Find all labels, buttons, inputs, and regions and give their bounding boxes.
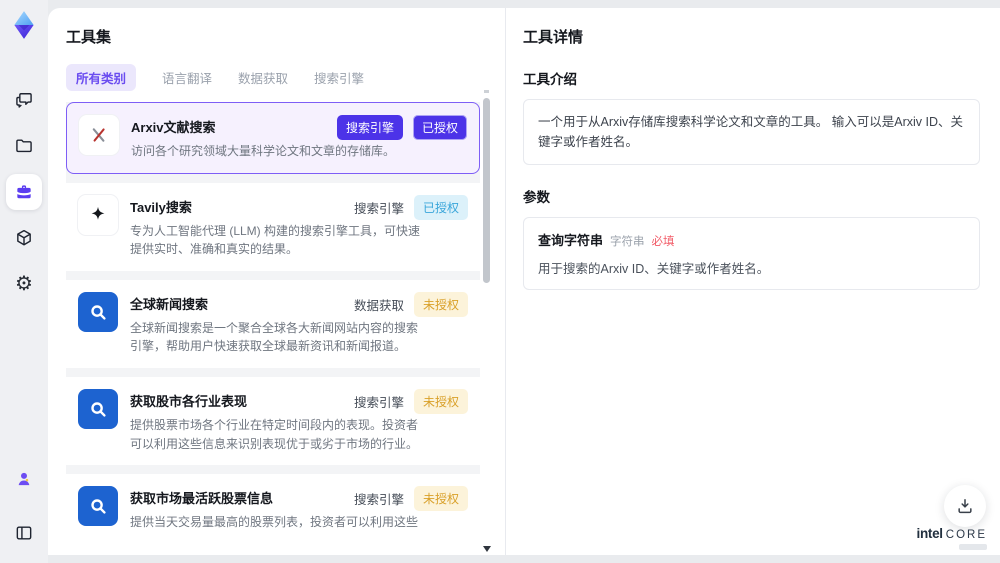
app-window: ⚙ 工具集 所有类别 语言翻译 数据获取 搜索引擎 Arxiv文献搜索 访问各个… [0,0,1000,563]
tab-language-translation[interactable]: 语言翻译 [162,68,212,87]
nav-files-button[interactable] [6,128,42,164]
news-search-icon [78,291,118,332]
tool-description: 访问各个研究领域大量科学论文和文章的存储库。 [131,144,396,158]
intro-text: 一个用于从Arxiv存储库搜索科学论文和文章的工具。 输入可以是Arxiv ID… [538,115,964,149]
category-label: 数据获取 [353,298,404,313]
intel-core-logo: intel core [916,526,987,550]
scroll-up-arrow[interactable] [484,90,489,93]
status-badge-unauthorized: 未授权 [413,291,468,317]
status-badge-authorized: 已授权 [412,115,467,140]
param-required-badge: 必填 [651,236,675,248]
tool-detail-pane: 工具详情 工具介绍 一个用于从Arxiv存储库搜索科学论文和文章的工具。 输入可… [506,8,1000,555]
main-content: 工具集 所有类别 语言翻译 数据获取 搜索引擎 Arxiv文献搜索 访问各个研究… [48,8,1000,555]
user-avatar-button[interactable] [6,461,42,497]
stock-search-icon [78,388,118,429]
tool-description: 全球新闻搜索是一个聚合全球各大新闻网站内容的搜索引擎，帮助用户快速获取全球最新资… [130,320,419,354]
nav-chat-button[interactable] [6,82,42,118]
scroll-down-arrow[interactable] [483,546,491,552]
tool-card-global-news[interactable]: 全球新闻搜索 全球新闻搜索是一个聚合全球各大新闻网站内容的搜索引擎，帮助用户快速… [66,279,480,368]
tab-search-engine[interactable]: 搜索引擎 [314,68,364,87]
download-button[interactable] [944,485,986,527]
nav-models-button[interactable] [6,220,42,256]
nav-tools-button[interactable] [6,174,42,210]
scrollbar-thumb[interactable] [483,98,490,283]
tool-card-sector-performance[interactable]: 获取股市各行业表现 提供股票市场各个行业在特定时间段内的表现。投资者可以利用这些… [66,376,480,466]
brand-intel-text: intel [916,526,944,542]
folder-icon [16,139,32,153]
tools-list-pane: 工具集 所有类别 语言翻译 数据获取 搜索引擎 Arxiv文献搜索 访问各个研究… [48,8,506,555]
brand-core-text: core [945,529,987,542]
tool-description: 提供当天交易量最高的股票列表，投资者可以利用这些信息来识别流动性强的股票和潜在的… [130,515,419,530]
app-logo-icon [14,11,34,39]
tab-all-categories[interactable]: 所有类别 [66,64,137,91]
detail-title: 工具详情 [523,29,584,46]
category-label: 搜索引擎 [353,395,404,410]
param-description: 用于搜索的Arxiv ID、关键字或作者姓名。 [538,262,770,276]
intro-box: 一个用于从Arxiv存储库搜索科学论文和文章的工具。 输入可以是Arxiv ID… [523,99,980,165]
param-name: 查询字符串 [538,233,604,248]
category-label: 搜索引擎 [353,201,404,216]
category-badge: 搜索引擎 [336,115,403,140]
params-heading: 参数 [523,190,550,205]
download-icon [958,499,972,514]
chat-icon [16,93,32,108]
param-type: 字符串 [610,236,645,248]
tool-card-tavily[interactable]: Tavily搜索 专为人工智能代理 (LLM) 构建的搜索引擎工具，可快速提供实… [66,182,480,271]
left-nav-rail: ⚙ [0,0,48,563]
user-avatar-icon [18,472,30,486]
status-badge-unauthorized: 未授权 [413,486,468,512]
arxiv-icon [79,115,119,155]
page-title: 工具集 [66,29,112,46]
toolbox-icon [17,185,31,199]
list-scrollbar[interactable] [483,88,491,552]
category-tabs: 所有类别 语言翻译 数据获取 搜索引擎 [66,64,505,91]
tool-card-arxiv[interactable]: Arxiv文献搜索 访问各个研究领域大量科学论文和文章的存储库。 搜索引擎 已授… [66,102,480,174]
tool-description: 专为人工智能代理 (LLM) 构建的搜索引擎工具，可快速提供实时、准确和真实的结… [130,223,421,257]
category-label: 搜索引擎 [353,493,404,508]
collapse-sidebar-button[interactable] [6,515,42,551]
rail-bottom-group [6,461,42,551]
nav-settings-button[interactable]: ⚙ [6,266,42,302]
stock-search-icon [78,486,118,527]
intro-heading: 工具介绍 [523,72,577,87]
tool-card-list: Arxiv文献搜索 访问各个研究领域大量科学论文和文章的存储库。 搜索引擎 已授… [66,102,480,531]
cube-icon [17,229,31,246]
status-badge-unauthorized: 未授权 [413,388,468,414]
tool-card-active-stocks[interactable]: 获取市场最活跃股票信息 提供当天交易量最高的股票列表，投资者可以利用这些信息来识… [66,474,480,531]
gear-icon: ⚙ [15,273,33,295]
param-box: 查询字符串 字符串 必填 用于搜索的Arxiv ID、关键字或作者姓名。 [523,217,980,290]
tab-data-fetch[interactable]: 数据获取 [238,68,288,87]
collapse-panel-icon [16,526,32,540]
status-badge-authorized: 已授权 [413,194,468,220]
sparkle-icon [78,194,118,235]
brand-sub-bar [959,544,987,550]
tool-description: 提供股票市场各个行业在特定时间段内的表现。投资者可以利用这些信息来识别表现优于或… [130,417,419,451]
